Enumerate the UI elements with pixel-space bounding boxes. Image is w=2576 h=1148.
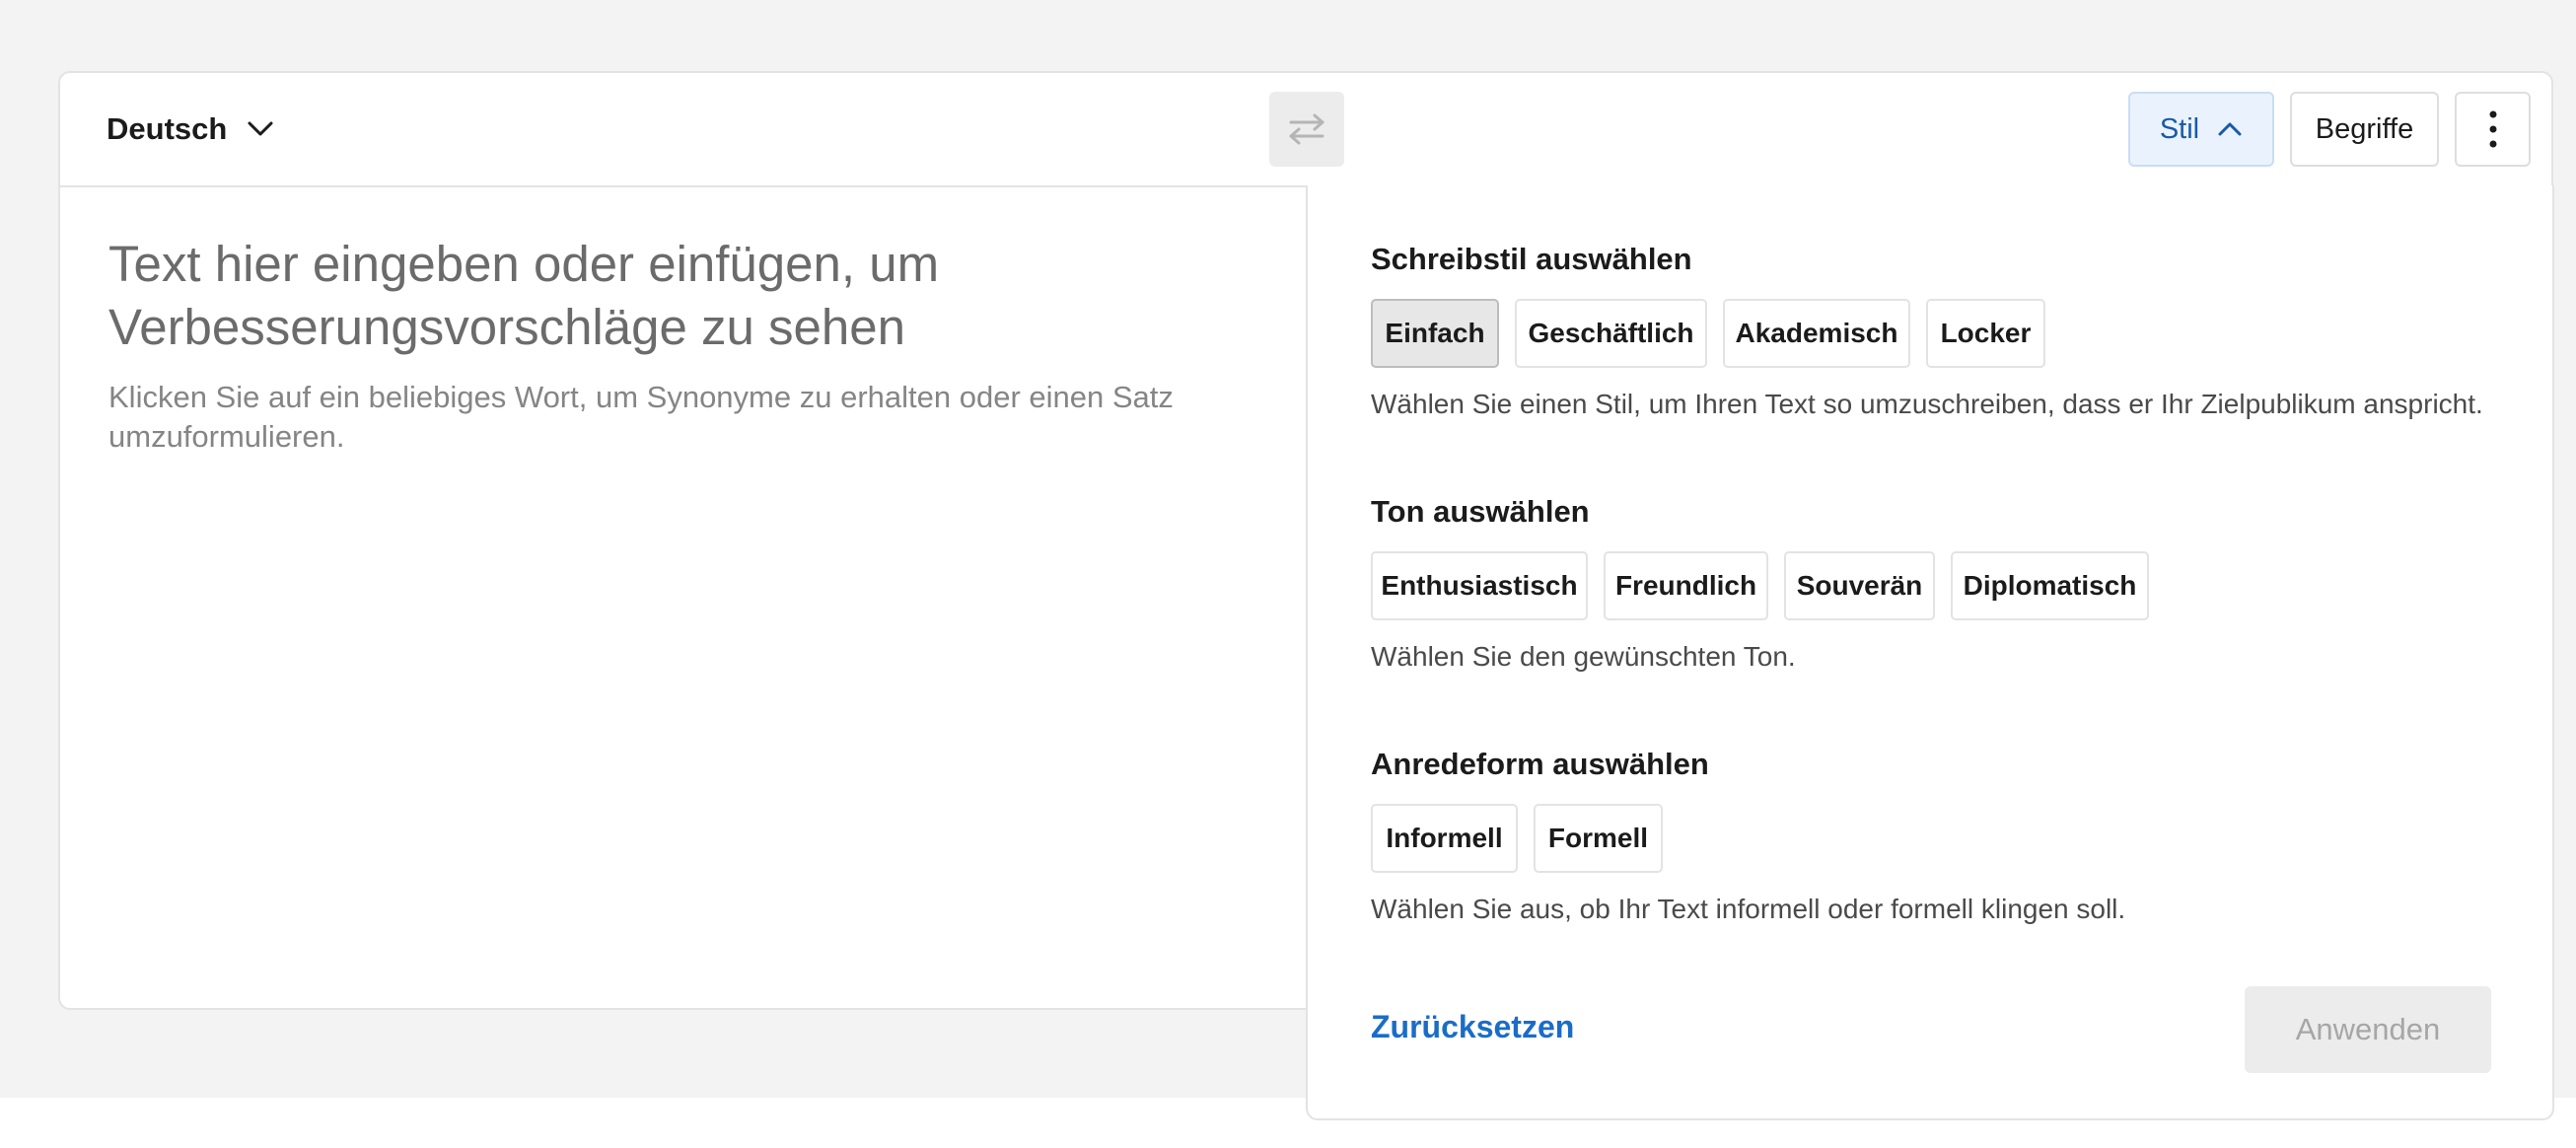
tone-option-souveraen[interactable]: Souverän bbox=[1784, 551, 1935, 620]
address-option-informell[interactable]: Informell bbox=[1371, 804, 1518, 873]
style-option-geschaeftlich[interactable]: Geschäftlich bbox=[1515, 299, 1707, 368]
tone-title: Ton auswählen bbox=[1371, 494, 1590, 529]
reset-link[interactable]: Zurücksetzen bbox=[1371, 1009, 1574, 1045]
chevron-down-icon bbox=[247, 120, 274, 138]
swap-languages-button[interactable] bbox=[1269, 92, 1344, 167]
style-button[interactable]: Stil bbox=[2128, 92, 2274, 167]
style-option-einfach[interactable]: Einfach bbox=[1371, 299, 1499, 368]
language-label: Deutsch bbox=[107, 111, 228, 146]
tone-option-diplomatisch[interactable]: Diplomatisch bbox=[1951, 551, 2149, 620]
header-divider bbox=[58, 185, 1308, 187]
tone-description: Wählen Sie den gewünschten Ton. bbox=[1371, 641, 1796, 672]
address-form-description: Wählen Sie aus, ob Ihr Text informell od… bbox=[1371, 894, 2126, 924]
address-form-title: Anredeform auswählen bbox=[1371, 747, 1709, 781]
language-selector[interactable]: Deutsch bbox=[107, 105, 274, 154]
terms-button[interactable]: Begriffe bbox=[2290, 92, 2439, 167]
chevron-up-icon bbox=[2217, 121, 2243, 137]
text-input-area[interactable]: Text hier eingeben oder einfügen, um Ver… bbox=[108, 233, 1243, 359]
apply-button-label: Anwenden bbox=[2295, 1012, 2441, 1046]
tone-option-freundlich[interactable]: Freundlich bbox=[1604, 551, 1768, 620]
style-option-akademisch[interactable]: Akademisch bbox=[1723, 299, 1910, 368]
swap-arrows-icon bbox=[1287, 112, 1326, 146]
terms-button-label: Begriffe bbox=[2315, 112, 2414, 145]
style-option-locker[interactable]: Locker bbox=[1926, 299, 2045, 368]
writing-style-description: Wählen Sie einen Stil, um Ihren Text so … bbox=[1371, 389, 2483, 419]
address-option-formell[interactable]: Formell bbox=[1534, 804, 1663, 873]
style-button-label: Stil bbox=[2159, 112, 2200, 145]
tone-option-enthusiastisch[interactable]: Enthusiastisch bbox=[1371, 551, 1588, 620]
more-options-button[interactable] bbox=[2455, 92, 2531, 167]
editor-hint: Klicken Sie auf ein beliebiges Wort, um … bbox=[108, 380, 1174, 454]
more-vertical-icon bbox=[2489, 109, 2497, 149]
writing-style-title: Schreibstil auswählen bbox=[1371, 242, 1692, 276]
apply-button[interactable]: Anwenden bbox=[2245, 986, 2491, 1073]
